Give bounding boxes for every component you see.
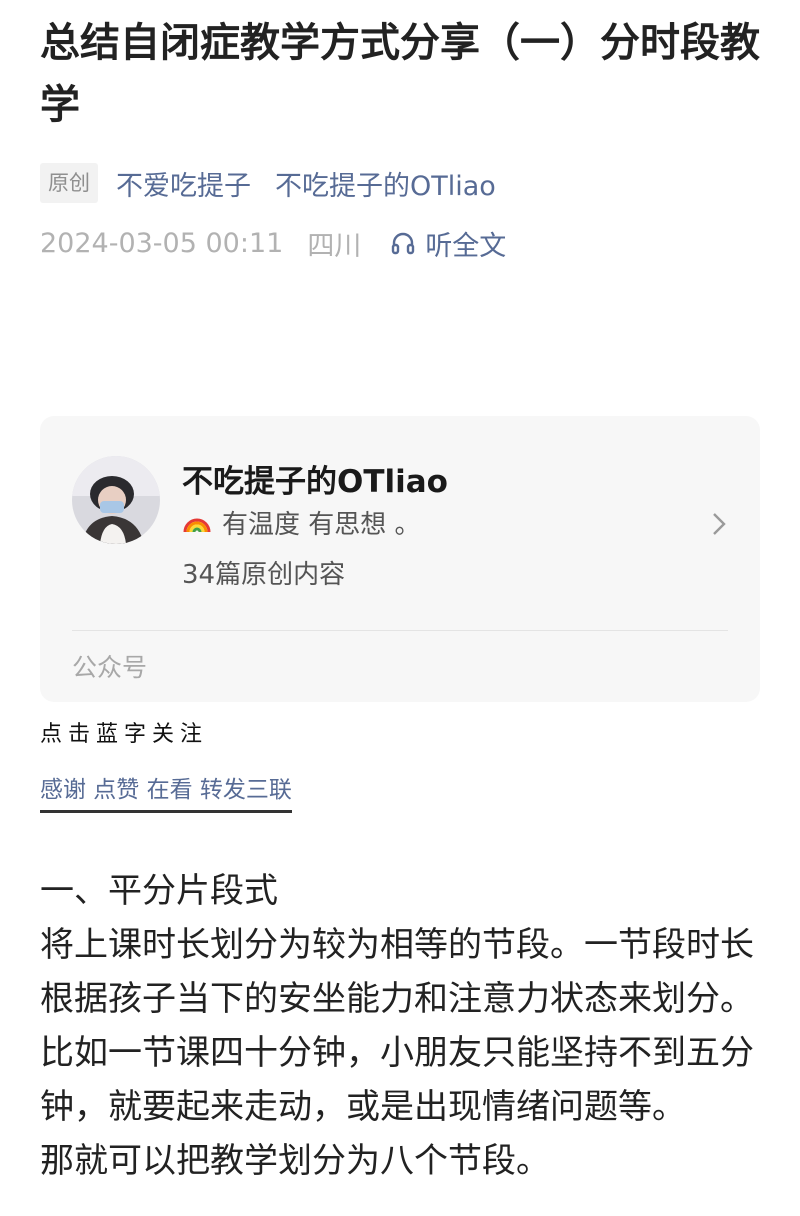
account-type-label: 公众号 (72, 653, 148, 682)
publish-location: 四川 (307, 230, 362, 262)
listen-button[interactable]: 听全文 (389, 224, 506, 263)
headphones-icon (392, 232, 415, 255)
paragraph: 将上课时长划分为较为相等的节段。一节段时长根据孩子当下的安坐能力和注意力状态来划… (40, 925, 754, 1019)
article-info: 2024-03-05 00:11 四川 听全文 (40, 222, 506, 264)
account-description: 有温度 有思想 。 (222, 510, 421, 540)
avatar (72, 456, 160, 544)
card-divider (72, 630, 728, 631)
listen-label: 听全文 (425, 230, 507, 262)
paragraph: 比如一节课四十分钟，小朋友只能坚持不到五分钟，就要起来走动，或是出现情绪问题等。 (40, 1033, 754, 1127)
account-card[interactable]: 不吃提子的OTliao 有温度 有思想 。 34篇原创内容 公众号 (40, 416, 760, 702)
publish-date: 2024-03-05 00:11 (40, 227, 284, 259)
rainbow-icon (183, 518, 211, 532)
thanks-line: 感谢 点赞 在看 转发三联 (40, 770, 292, 813)
account-article-count: 34篇原创内容 (182, 560, 346, 590)
article-title: 总结自闭症教学方式分享（一）分时段教学 (40, 20, 760, 128)
chevron-right-icon (713, 513, 726, 535)
section-heading: 一、平分片段式 (40, 871, 278, 911)
follow-hint: 点击蓝字关注 (40, 722, 209, 747)
author-name[interactable]: 不爱吃提子 (116, 164, 251, 203)
original-badge: 原创 (40, 163, 98, 203)
account-name: 不吃提子的OTliao (182, 464, 448, 500)
account-link[interactable]: 不吃提子的OTliao (275, 164, 496, 203)
article-body: 一、平分片段式 将上课时长划分为较为相等的节段。一节段时长根据孩子当下的安坐能力… (40, 864, 770, 1188)
article-meta: 原创 不爱吃提子 不吃提子的OTliao (40, 162, 520, 204)
paragraph: 那就可以把教学划分为八个节段。 (40, 1141, 550, 1181)
account-description-row: 有温度 有思想 。 (182, 504, 421, 541)
